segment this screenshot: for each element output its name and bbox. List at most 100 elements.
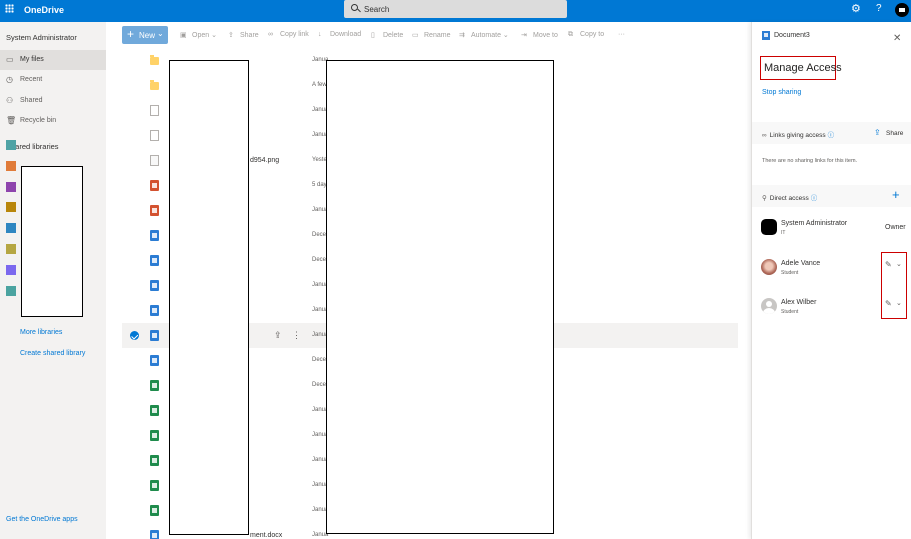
blank-file-icon [150, 105, 159, 116]
library-icon[interactable] [6, 202, 16, 212]
delete-label: Delete [383, 32, 404, 39]
library-icon[interactable] [6, 244, 16, 254]
nav-item-label: Recent [20, 76, 43, 83]
new-button[interactable]: + New ⌄ [122, 26, 168, 44]
file-name[interactable]: d954.png [250, 157, 279, 164]
direct-access-label: ⚲ Direct access ⓘ [762, 192, 817, 202]
person-role: IT [781, 230, 786, 236]
row-select-checkbox[interactable] [130, 181, 139, 190]
file-name[interactable]: ment.docx [250, 532, 282, 539]
move-icon: ⇥ [521, 32, 527, 39]
get-apps-link[interactable]: Get the OneDrive apps [6, 516, 78, 523]
library-icon[interactable] [6, 265, 16, 275]
doc-file-icon [150, 355, 159, 366]
row-select-checkbox[interactable] [130, 81, 139, 90]
row-select-checkbox[interactable] [130, 131, 139, 140]
row-select-checkbox[interactable] [130, 256, 139, 265]
create-shared-library-link[interactable]: Create shared library [20, 350, 85, 357]
search-placeholder: Search [364, 5, 390, 14]
info-icon[interactable]: ⓘ [811, 195, 818, 202]
nav-item-recent[interactable]: ◷ Recent [0, 70, 106, 90]
move-to-button[interactable]: ⇥ Move to [521, 31, 558, 39]
delete-button[interactable]: ▯ Delete [371, 31, 403, 39]
left-navigation: System Administrator ▭ My files ◷ Recent… [0, 22, 106, 539]
app-title[interactable]: OneDrive [24, 5, 64, 15]
row-select-checkbox[interactable] [130, 356, 139, 365]
chevron-down-icon: ⌄ [896, 300, 902, 307]
avatar[interactable] [895, 3, 909, 17]
row-select-checkbox[interactable] [130, 381, 139, 390]
library-icon[interactable] [6, 182, 16, 192]
row-select-checkbox[interactable] [130, 156, 139, 165]
automate-button[interactable]: ⇉ Automate ⌄ [459, 31, 509, 39]
row-select-checkbox[interactable] [130, 456, 139, 465]
help-icon[interactable]: ? [876, 4, 882, 14]
rename-button[interactable]: ▭ Rename [412, 31, 450, 39]
copy-to-button[interactable]: ⧉ Copy to [568, 31, 604, 39]
row-select-checkbox[interactable] [130, 506, 139, 515]
library-icon[interactable] [6, 286, 16, 296]
more-vertical-icon[interactable]: ⋮ [292, 330, 301, 341]
row-select-checkbox[interactable] [130, 306, 139, 315]
chevron-down-icon: ⌄ [896, 261, 902, 268]
row-select-checkbox[interactable] [130, 481, 139, 490]
no-links-message: There are no sharing links for this item… [762, 158, 858, 164]
row-select-checkbox[interactable] [130, 331, 139, 340]
app-launcher-icon[interactable] [5, 4, 14, 13]
nav-item-shared[interactable]: ⚇ Shared [0, 91, 106, 111]
links-section-header: ∞ Links giving access ⓘ ⇪ Share [752, 122, 911, 144]
row-select-checkbox[interactable] [130, 406, 139, 415]
permission-dropdown[interactable]: ✎ ⌄ [882, 258, 908, 274]
share-icon[interactable]: ⇪ [874, 128, 881, 137]
library-icon[interactable] [6, 161, 16, 171]
row-select-checkbox[interactable] [130, 206, 139, 215]
row-select-checkbox[interactable] [130, 281, 139, 290]
doc-file-icon [150, 255, 159, 266]
share-icon[interactable]: ⇪ [274, 330, 282, 341]
stop-sharing-link[interactable]: Stop sharing [762, 89, 801, 96]
copy-icon: ⧉ [568, 31, 573, 38]
row-select-checkbox[interactable] [130, 531, 139, 539]
permission-dropdown[interactable]: ✎ ⌄ [882, 297, 908, 313]
blank-file-icon [150, 130, 159, 141]
word-icon: ▣ [180, 32, 187, 39]
row-select-checkbox[interactable] [130, 106, 139, 115]
nav-user-name: System Administrator [6, 33, 77, 42]
open-button[interactable]: ▣ Open ⌄ [180, 31, 217, 39]
row-select-checkbox[interactable] [130, 231, 139, 240]
more-actions-button[interactable]: ··· [618, 31, 625, 38]
close-icon[interactable]: ✕ [893, 34, 901, 44]
nav-item-label: Shared [20, 97, 43, 104]
file-list: Janua A few Janua Janua d954.png Yeste 5 day Ja… [106, 48, 751, 539]
rename-label: Rename [424, 32, 451, 39]
nav-item-my-files[interactable]: ▭ My files [0, 50, 106, 70]
xls-file-icon [150, 480, 159, 491]
modified-date: Yeste [312, 157, 327, 163]
modified-date: 5 day [312, 182, 327, 188]
row-select-checkbox[interactable] [130, 56, 139, 65]
more-libraries-link[interactable]: More libraries [20, 329, 62, 336]
add-people-button[interactable]: + [892, 188, 900, 201]
permission-owner-label: Owner [885, 224, 906, 231]
download-button[interactable]: ↓ Download [318, 31, 361, 38]
links-title: Links giving access [769, 132, 826, 139]
info-icon[interactable]: ⓘ [828, 132, 835, 139]
copy-link-button[interactable]: ∞ Copy link [268, 31, 309, 38]
trash-icon: ▯ [371, 32, 375, 39]
modified-date: A few [312, 82, 327, 88]
pencil-icon: ✎ [885, 299, 892, 308]
person-row: System Administrator IT Owner [752, 214, 911, 246]
img-file-icon [150, 155, 159, 166]
gear-icon[interactable]: ⚙ [851, 4, 861, 15]
nav-item-recycle-bin[interactable]: 🗑 Recycle bin [0, 111, 106, 131]
avatar [761, 219, 777, 235]
library-icon[interactable] [6, 140, 16, 150]
share-button[interactable]: Share [886, 130, 903, 137]
library-icon[interactable] [6, 223, 16, 233]
search-box[interactable]: Search [344, 0, 567, 18]
row-select-checkbox[interactable] [130, 431, 139, 440]
share-button[interactable]: ⇪ Share [228, 31, 259, 39]
suite-header: OneDrive Search ⚙ ? [0, 0, 911, 22]
pencil-icon: ✎ [885, 260, 892, 269]
nav-item-label: Recycle bin [20, 117, 57, 124]
